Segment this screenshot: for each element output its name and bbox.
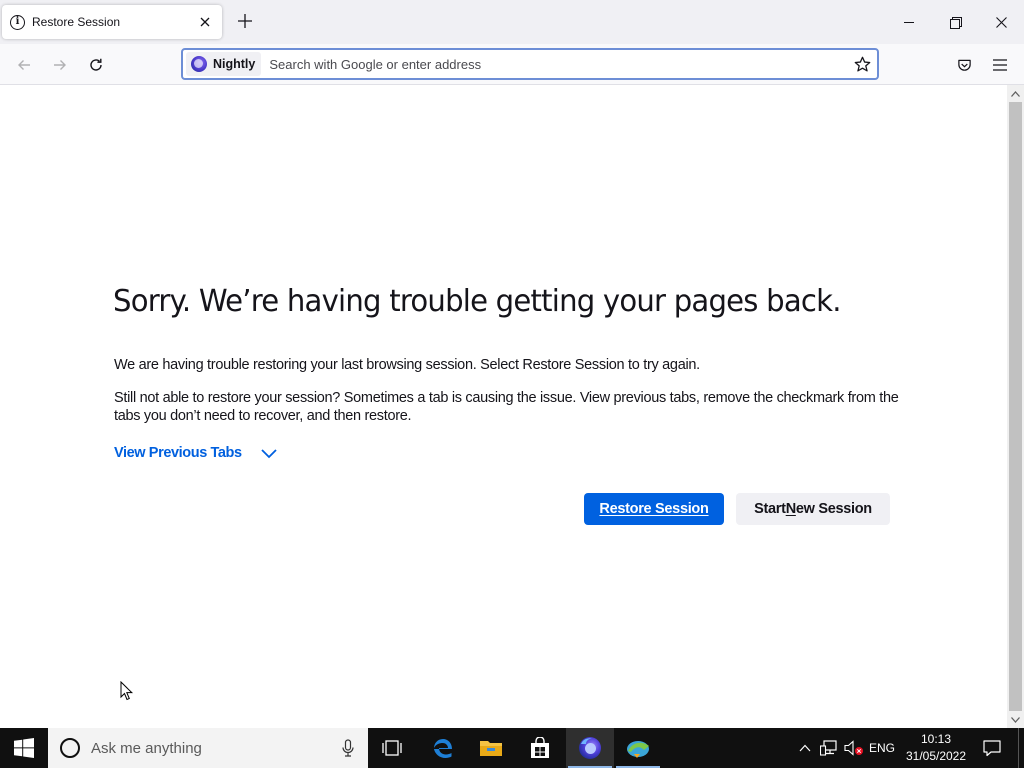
- taskbar-firefox-nightly[interactable]: [566, 728, 614, 768]
- network-icon: [820, 740, 837, 756]
- volume-muted-icon: [844, 740, 863, 756]
- edge-icon: [434, 739, 452, 758]
- start-button[interactable]: [0, 728, 48, 768]
- pocket-icon: [957, 59, 971, 71]
- minimize-icon: [904, 21, 914, 23]
- reload-button[interactable]: [82, 51, 110, 79]
- scroll-up-button[interactable]: [1007, 85, 1024, 102]
- taskbar-edge[interactable]: [419, 728, 467, 768]
- chevron-up-icon: [799, 744, 811, 752]
- taskbar-clock[interactable]: 10:13 31/05/2022: [900, 731, 972, 765]
- scroll-down-button[interactable]: [1007, 711, 1024, 728]
- notification-icon: [983, 740, 1001, 757]
- new-tab-button[interactable]: [233, 9, 257, 33]
- clock-time: 10:13: [920, 732, 952, 746]
- microphone-icon[interactable]: [336, 736, 360, 760]
- star-icon: [854, 56, 870, 72]
- restore-message: We are having trouble restoring your las…: [114, 357, 700, 373]
- reload-icon: [90, 58, 102, 71]
- restore-session-button[interactable]: Restore Session: [584, 493, 724, 525]
- address-input[interactable]: [269, 56, 847, 72]
- cortana-icon: [60, 738, 80, 758]
- view-previous-tabs-label: View Previous Tabs: [114, 445, 242, 461]
- close-icon: [995, 16, 1007, 28]
- close-window-button[interactable]: [978, 0, 1024, 44]
- task-view-icon: [382, 740, 402, 756]
- start-new-session-label-start: Start: [754, 501, 786, 517]
- bookmark-star-button[interactable]: [847, 50, 877, 78]
- page-title: Sorry. We’re having trouble getting your…: [113, 284, 841, 319]
- scroll-up-arrow-icon: [1011, 90, 1020, 97]
- back-arrow-icon: [18, 60, 30, 70]
- folder-icon: [480, 741, 502, 756]
- start-new-session-accesskey: N: [785, 501, 796, 517]
- pocket-button[interactable]: [950, 51, 978, 79]
- vertical-scrollbar[interactable]: [1007, 85, 1024, 728]
- info-icon: i: [10, 14, 25, 30]
- start-new-session-button[interactable]: Start New Session: [736, 493, 890, 525]
- input-language[interactable]: ENG: [868, 728, 896, 768]
- start-new-session-label-end: ew Session: [795, 501, 872, 517]
- tab-strip: i Restore Session: [0, 0, 1024, 44]
- volume-status[interactable]: [843, 728, 865, 768]
- taskbar-download-manager[interactable]: [614, 728, 662, 768]
- firefox-nightly-icon: [579, 737, 601, 759]
- app-menu-button[interactable]: [986, 51, 1014, 79]
- task-view-button[interactable]: [368, 728, 416, 768]
- action-center-button[interactable]: [978, 728, 1006, 768]
- restore-help-message: Still not able to restore your session? …: [114, 390, 899, 424]
- page-content: Sorry. We’re having trouble getting your…: [0, 85, 1007, 728]
- view-previous-tabs-toggle[interactable]: View Previous Tabs: [114, 445, 278, 461]
- tab-restore-session[interactable]: i Restore Session: [2, 5, 222, 39]
- download-manager-icon: [627, 741, 649, 758]
- windows-taskbar: Ask me anything ENG 10:13 31/05/2022: [0, 728, 1024, 768]
- restore-window-button[interactable]: [932, 0, 978, 44]
- network-status[interactable]: [818, 728, 840, 768]
- scrollbar-thumb[interactable]: [1009, 102, 1022, 711]
- tab-close-icon[interactable]: [196, 13, 214, 31]
- tray-overflow-chevron[interactable]: [796, 728, 814, 768]
- taskbar-store[interactable]: [516, 728, 564, 768]
- chevron-down-icon: [261, 449, 277, 459]
- tab-title: Restore Session: [32, 15, 121, 29]
- clock-date: 31/05/2022: [905, 749, 967, 763]
- taskbar-search-box[interactable]: Ask me anything: [48, 728, 368, 768]
- taskbar-file-explorer[interactable]: [467, 728, 515, 768]
- taskbar-search-placeholder: Ask me anything: [91, 739, 202, 757]
- identity-label: Nightly: [213, 57, 256, 71]
- scroll-down-arrow-icon: [1011, 716, 1020, 723]
- mouse-pointer-icon: [120, 681, 134, 701]
- url-bar[interactable]: Nightly: [181, 48, 879, 80]
- back-button[interactable]: [10, 51, 38, 79]
- restore-window-icon: [950, 17, 962, 29]
- show-desktop-button[interactable]: [1018, 728, 1024, 768]
- forward-button[interactable]: [46, 51, 74, 79]
- nightly-logo-icon: [191, 56, 207, 72]
- hamburger-menu-icon: [993, 59, 1007, 71]
- minimize-button[interactable]: [886, 0, 932, 44]
- navigation-toolbar: Nightly: [0, 44, 1024, 85]
- windows-logo-icon: [14, 738, 34, 758]
- forward-arrow-icon: [54, 60, 66, 70]
- store-bag-icon: [531, 737, 549, 758]
- identity-box[interactable]: Nightly: [186, 52, 262, 76]
